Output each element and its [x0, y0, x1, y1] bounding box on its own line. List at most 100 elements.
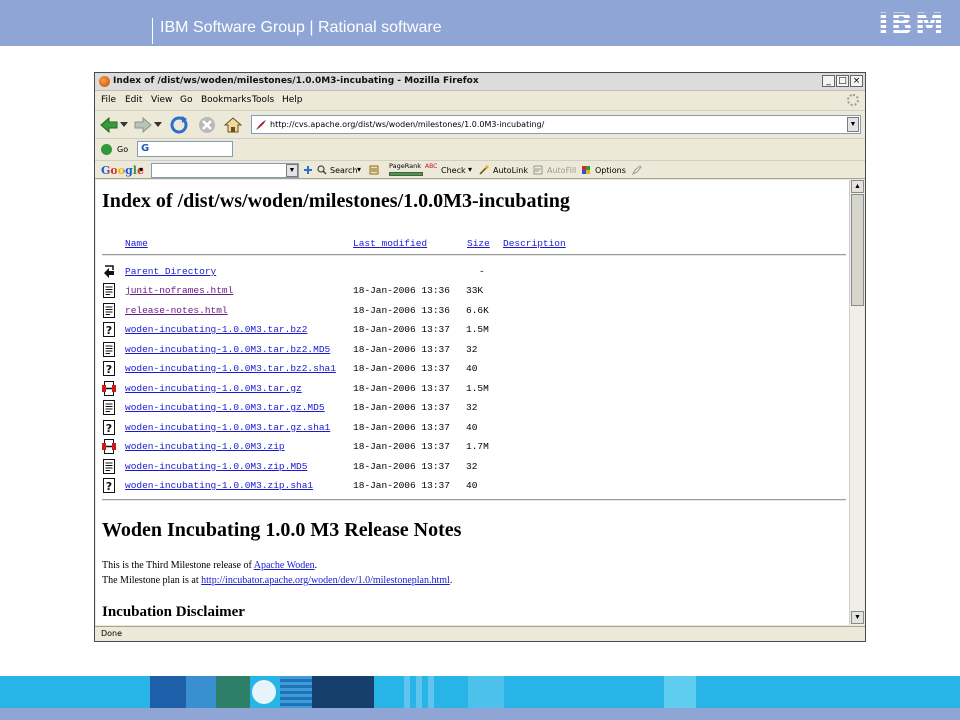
file-link[interactable]: release-notes.html — [125, 305, 228, 316]
file-size: 32 — [466, 460, 478, 472]
para1-prefix: This is the Third Milestone release of — [102, 560, 254, 571]
menu-edit[interactable]: Edit — [125, 95, 142, 105]
check-button[interactable]: Check — [441, 166, 466, 175]
file-modified: 18-Jan-2006 13:37 — [353, 324, 450, 335]
menu-tools[interactable]: Tools — [252, 95, 274, 105]
footer-tile-people — [150, 676, 186, 708]
menu-file[interactable]: File — [101, 95, 116, 105]
go-icon[interactable] — [101, 144, 112, 155]
pagerank-meter: PageRank — [389, 162, 425, 178]
google-logo[interactable]: Google — [101, 164, 144, 177]
go-label[interactable]: Go — [117, 145, 128, 154]
file-modified: 18-Jan-2006 13:36 — [353, 304, 450, 316]
file-link[interactable]: junit-noframes.html — [125, 285, 233, 296]
spellcheck-icon: ABC — [425, 163, 438, 170]
file-link[interactable]: woden-incubating-1.0.0M3.tar.gz — [125, 383, 302, 394]
stop-icon[interactable] — [197, 115, 217, 135]
google-g-icon: G — [141, 143, 150, 154]
unknown-file-icon: ? — [103, 478, 115, 493]
autolink-button[interactable]: AutoLink — [493, 166, 528, 175]
footer-strip — [0, 708, 960, 720]
highlighter-icon[interactable] — [632, 165, 642, 175]
page-title: Index of /dist/ws/woden/milestones/1.0.0… — [102, 190, 570, 212]
forward-dropdown-icon[interactable] — [153, 115, 163, 135]
google-search-button[interactable]: Search — [330, 166, 357, 175]
column-header-modified[interactable]: Last modified — [353, 238, 427, 249]
pagerank-label: PageRank — [389, 162, 421, 170]
menu-go[interactable]: Go — [180, 95, 192, 105]
file-link[interactable]: woden-incubating-1.0.0M3.tar.gz.sha1 — [125, 422, 330, 433]
divider-bottom — [102, 499, 846, 501]
status-text: Done — [101, 629, 123, 638]
url-text: http://cvs.apache.org/dist/ws/woden/mile… — [270, 120, 545, 129]
check-dropdown-arrow-icon[interactable]: ▾ — [468, 165, 472, 174]
file-link[interactable]: woden-incubating-1.0.0M3.tar.bz2.MD5 — [125, 344, 330, 355]
file-row: junit-noframes.html 18-Jan-2006 13:36 33K — [96, 282, 849, 301]
menu-view[interactable]: View — [151, 95, 172, 105]
column-header-description[interactable]: Description — [503, 238, 566, 249]
release-notes-title: Woden Incubating 1.0.0 M3 Release Notes — [102, 519, 462, 541]
go-search-input[interactable]: G — [137, 141, 233, 157]
google-search-input[interactable]: ▼ — [151, 163, 299, 178]
file-modified: 18-Jan-2006 13:37 — [353, 343, 450, 355]
scroll-down-button[interactable]: ▼ — [851, 611, 864, 624]
status-bar: Done — [95, 626, 865, 641]
close-button[interactable]: × — [850, 75, 863, 87]
menu-help[interactable]: Help — [282, 95, 303, 105]
file-link[interactable]: woden-incubating-1.0.0M3.zip — [125, 441, 285, 452]
file-link[interactable]: woden-incubating-1.0.0M3.zip.sha1 — [125, 480, 313, 491]
ibm-logo: IBM — [878, 7, 946, 41]
para2-suffix: . — [449, 575, 453, 586]
svg-text:?: ? — [106, 324, 112, 337]
scroll-up-button[interactable]: ▲ — [851, 180, 864, 193]
menu-bookmarks[interactable]: Bookmarks — [201, 95, 251, 105]
file-link[interactable]: woden-incubating-1.0.0M3.zip.MD5 — [125, 461, 307, 472]
text-file-icon — [103, 400, 115, 415]
back-icon[interactable] — [99, 115, 119, 135]
reload-icon[interactable] — [169, 115, 189, 135]
search-dropdown-arrow-icon[interactable]: ▾ — [357, 165, 361, 174]
column-header-name[interactable]: Name — [125, 238, 148, 249]
vertical-scrollbar[interactable]: ▲ ▼ — [849, 180, 864, 625]
file-size: 32 — [466, 343, 478, 355]
file-size: 40 — [466, 421, 478, 433]
autofill-button[interactable]: AutoFill — [547, 166, 576, 175]
file-link[interactable]: woden-incubating-1.0.0M3.tar.bz2.sha1 — [125, 363, 336, 374]
back-dropdown-icon[interactable] — [119, 115, 129, 135]
scroll-thumb[interactable] — [851, 194, 864, 306]
search-plus-icon[interactable] — [303, 165, 313, 175]
parent-directory-row: Parent Directory - — [96, 263, 849, 282]
minimize-button[interactable]: _ — [822, 75, 835, 87]
google-search-dropdown[interactable]: ▼ — [286, 164, 298, 177]
browser-window: Index of /dist/ws/woden/milestones/1.0.0… — [94, 72, 866, 642]
autofill-icon — [533, 165, 543, 175]
google-menu-arrow-icon[interactable]: ▾ — [139, 165, 143, 174]
go-toolbar: Go G — [95, 138, 865, 159]
maximize-button[interactable]: □ — [836, 75, 849, 87]
apache-woden-link[interactable]: Apache Woden — [254, 560, 315, 571]
file-modified: 18-Jan-2006 13:37 — [353, 441, 450, 452]
svg-text:?: ? — [106, 363, 112, 376]
address-bar[interactable]: http://cvs.apache.org/dist/ws/woden/mile… — [251, 115, 861, 134]
navigation-toolbar: http://cvs.apache.org/dist/ws/woden/mile… — [95, 110, 865, 137]
home-icon[interactable] — [223, 115, 243, 135]
forward-icon[interactable] — [133, 115, 153, 135]
file-modified: 18-Jan-2006 13:37 — [353, 382, 450, 394]
unknown-file-icon: ? — [103, 419, 115, 435]
page-content: Index of /dist/ws/woden/milestones/1.0.0… — [96, 180, 849, 625]
column-header-size[interactable]: Size — [467, 238, 490, 249]
milestone-plan-link[interactable]: http://incubator.apache.org/woden/dev/1.… — [201, 575, 450, 586]
text-file-icon — [103, 283, 115, 298]
url-dropdown-button[interactable]: ▼ — [847, 117, 859, 132]
file-size: 1.5M — [466, 324, 489, 335]
unknown-file-icon: ? — [103, 322, 115, 337]
site-feather-icon — [256, 120, 266, 130]
options-button[interactable]: Options — [595, 166, 626, 175]
file-link[interactable]: woden-incubating-1.0.0M3.tar.bz2 — [125, 324, 307, 335]
footer-tile-circle — [252, 680, 276, 704]
parent-directory-link[interactable]: Parent Directory — [125, 266, 216, 277]
file-size: 40 — [466, 363, 478, 374]
news-icon[interactable] — [369, 165, 379, 175]
file-link[interactable]: woden-incubating-1.0.0M3.tar.gz.MD5 — [125, 402, 325, 413]
text-file-icon — [103, 302, 115, 318]
